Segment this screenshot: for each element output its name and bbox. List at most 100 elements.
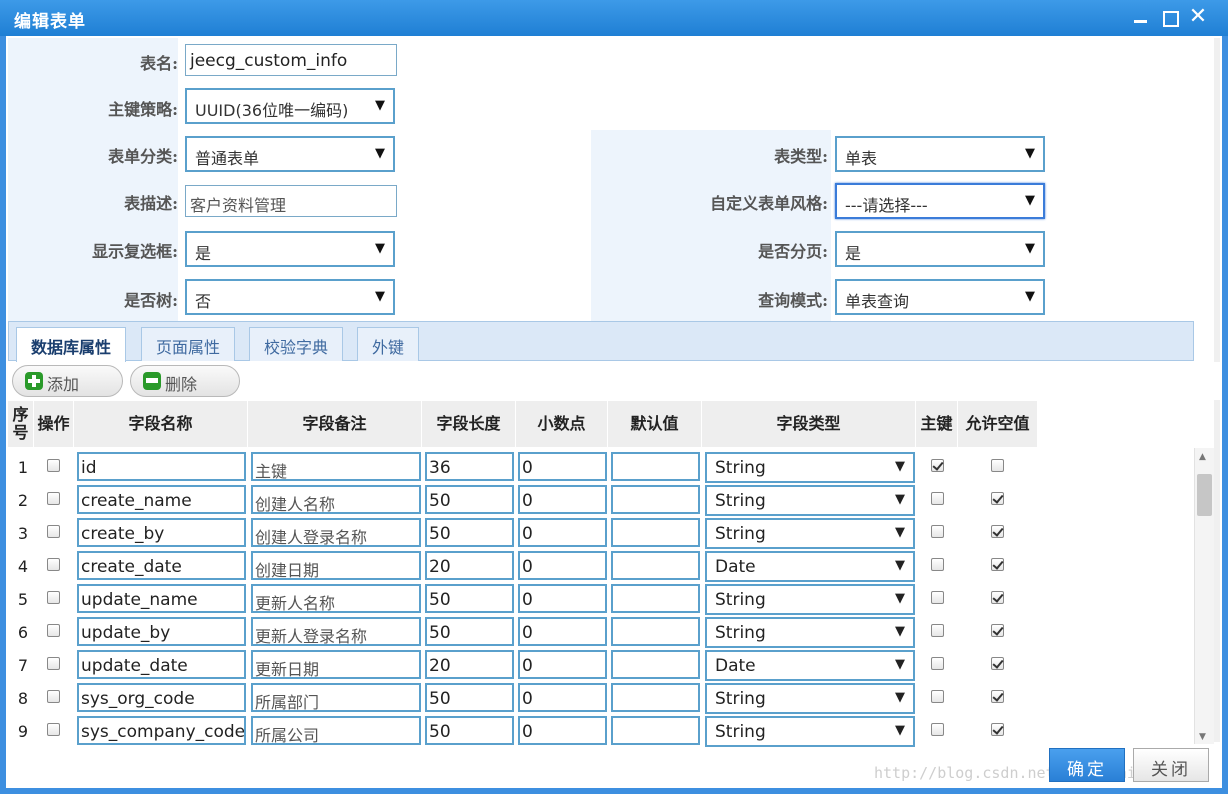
tab-foreign-key[interactable]: 外键 [357,327,420,361]
pk-strategy-select[interactable]: UUID(36位唯一编码) ▼ [185,88,395,124]
decimal-input[interactable]: 0 [518,683,607,712]
paging-select[interactable]: 是 ▼ [835,231,1045,267]
tab-validation-dict[interactable]: 校验字典 [249,327,344,361]
checkbox-select[interactable]: 是 ▼ [185,231,395,267]
field-name-input[interactable]: create_date [77,551,246,580]
default-value-input[interactable] [611,452,700,481]
field-remark-input[interactable]: 更新人名称 [251,584,421,613]
close-icon[interactable]: ✕ [1188,6,1208,28]
nullable-checkbox[interactable] [991,591,1004,604]
nullable-checkbox[interactable] [991,690,1004,703]
tree-select[interactable]: 否 ▼ [185,279,395,315]
row-select-checkbox[interactable] [47,558,60,571]
nullable-checkbox[interactable] [991,492,1004,505]
field-length-input[interactable]: 20 [425,551,514,580]
nullable-checkbox[interactable] [991,657,1004,670]
primary-key-checkbox[interactable] [931,558,944,571]
row-select-checkbox[interactable] [47,657,60,670]
field-type-select[interactable]: String ▼ [705,716,915,747]
maximize-icon[interactable] [1160,8,1180,28]
field-name-input[interactable]: sys_org_code [77,683,246,712]
row-select-checkbox[interactable] [47,525,60,538]
decimal-input[interactable]: 0 [518,650,607,679]
field-name-input[interactable]: update_date [77,650,246,679]
field-type-select[interactable]: String ▼ [705,485,915,516]
delete-button[interactable]: 删除 [130,365,240,397]
table-type-select[interactable]: 单表 ▼ [835,136,1045,172]
default-value-input[interactable] [611,518,700,547]
field-type-select[interactable]: String ▼ [705,452,915,483]
default-value-input[interactable] [611,683,700,712]
primary-key-checkbox[interactable] [931,657,944,670]
row-select-checkbox[interactable] [47,624,60,637]
category-select[interactable]: 普通表单 ▼ [185,136,395,172]
nullable-checkbox[interactable] [991,525,1004,538]
field-remark-input[interactable]: 创建日期 [251,551,421,580]
default-value-input[interactable] [611,716,700,745]
nullable-checkbox[interactable] [991,624,1004,637]
row-select-checkbox[interactable] [47,690,60,703]
nullable-checkbox[interactable] [991,459,1004,472]
table-name-input[interactable]: jeecg_custom_info [185,44,397,76]
tab-page-properties[interactable]: 页面属性 [141,327,236,361]
row-select-checkbox[interactable] [47,723,60,736]
close-button[interactable]: 关闭 [1133,748,1209,782]
scroll-thumb[interactable] [1197,474,1212,516]
field-type-select[interactable]: Date ▼ [705,551,915,582]
minimize-icon[interactable] [1131,8,1151,28]
nullable-checkbox[interactable] [991,723,1004,736]
primary-key-checkbox[interactable] [931,624,944,637]
field-remark-input[interactable]: 所属公司 [251,716,421,745]
query-mode-select[interactable]: 单表查询 ▼ [835,279,1045,315]
default-value-input[interactable] [611,617,700,646]
default-value-input[interactable] [611,551,700,580]
decimal-input[interactable]: 0 [518,485,607,514]
field-name-input[interactable]: update_name [77,584,246,613]
grid-scrollbar[interactable]: ▲ ▼ [1194,448,1214,744]
field-remark-input[interactable]: 创建人名称 [251,485,421,514]
field-remark-input[interactable]: 更新日期 [251,650,421,679]
scroll-down-icon[interactable]: ▼ [1199,732,1206,742]
decimal-input[interactable]: 0 [518,518,607,547]
field-length-input[interactable]: 50 [425,617,514,646]
field-length-input[interactable]: 50 [425,683,514,712]
primary-key-checkbox[interactable] [931,459,944,472]
tab-db-properties[interactable]: 数据库属性 [16,327,127,363]
field-type-select[interactable]: String ▼ [705,683,915,714]
field-length-input[interactable]: 36 [425,452,514,481]
default-value-input[interactable] [611,584,700,613]
decimal-input[interactable]: 0 [518,584,607,613]
field-length-input[interactable]: 20 [425,650,514,679]
decimal-input[interactable]: 0 [518,452,607,481]
desc-input[interactable]: 客户资料管理 [185,185,397,217]
primary-key-checkbox[interactable] [931,492,944,505]
primary-key-checkbox[interactable] [931,525,944,538]
field-type-select[interactable]: String ▼ [705,518,915,549]
field-remark-input[interactable]: 更新人登录名称 [251,617,421,646]
primary-key-checkbox[interactable] [931,723,944,736]
decimal-input[interactable]: 0 [518,551,607,580]
field-type-select[interactable]: Date ▼ [705,650,915,681]
style-select[interactable]: ---请选择--- ▼ [835,183,1045,219]
primary-key-checkbox[interactable] [931,690,944,703]
row-select-checkbox[interactable] [47,591,60,604]
field-remark-input[interactable]: 创建人登录名称 [251,518,421,547]
add-button[interactable]: 添加 [12,365,123,397]
decimal-input[interactable]: 0 [518,617,607,646]
field-length-input[interactable]: 50 [425,518,514,547]
field-remark-input[interactable]: 主键 [251,452,421,481]
field-name-input[interactable]: update_by [77,617,246,646]
field-remark-input[interactable]: 所属部门 [251,683,421,712]
decimal-input[interactable]: 0 [518,716,607,745]
field-length-input[interactable]: 50 [425,584,514,613]
ok-button[interactable]: 确定 [1049,748,1125,782]
primary-key-checkbox[interactable] [931,591,944,604]
field-name-input[interactable]: id [77,452,246,481]
default-value-input[interactable] [611,485,700,514]
row-select-checkbox[interactable] [47,492,60,505]
nullable-checkbox[interactable] [991,558,1004,571]
field-type-select[interactable]: String ▼ [705,584,915,615]
field-type-select[interactable]: String ▼ [705,617,915,648]
field-length-input[interactable]: 50 [425,485,514,514]
default-value-input[interactable] [611,650,700,679]
